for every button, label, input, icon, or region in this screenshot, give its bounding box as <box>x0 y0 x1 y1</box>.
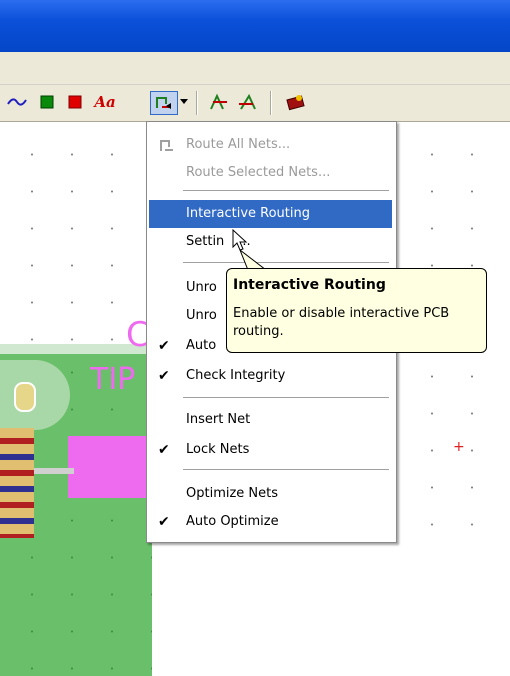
menu-item-insert-net[interactable]: Insert Net <box>149 406 392 434</box>
menu-item-label: Route All Nets... <box>186 137 291 152</box>
tooltip-title: Interactive Routing <box>233 277 386 293</box>
menu-item-label: Insert Net <box>186 412 251 427</box>
menu-item-label: Check Integrity <box>186 368 286 383</box>
flip-a-icon[interactable] <box>206 91 230 113</box>
tooltip: Interactive Routing Enable or disable in… <box>226 268 487 353</box>
menu-item-lock-nets[interactable]: ✔ Lock Nets <box>149 436 392 464</box>
menu-item-label: Lock Nets <box>186 442 250 457</box>
dropdown-arrow-icon[interactable] <box>178 91 190 113</box>
menu-separator <box>183 262 389 264</box>
cursor-crosshair-icon: + <box>453 439 465 455</box>
window-titlebar <box>0 0 510 52</box>
resistor-icon <box>0 428 34 538</box>
menu-item-label: Auto Optimize <box>186 514 279 529</box>
menu-bar <box>0 52 510 85</box>
toolbar: Aa <box>0 85 510 122</box>
text-icon[interactable]: Aa <box>92 91 118 113</box>
green-square-icon[interactable] <box>36 91 58 113</box>
menu-item-label: Interactive Routing <box>186 206 311 221</box>
check-icon: ✔ <box>158 514 170 530</box>
toolbar-separator <box>270 91 272 115</box>
menu-separator <box>183 397 389 399</box>
menu-item-label: Unro <box>186 308 217 323</box>
menu-separator <box>183 190 389 192</box>
check-icon: ✔ <box>158 368 170 384</box>
component-pad <box>68 436 148 498</box>
trace <box>34 468 74 474</box>
menu-item-route-all-nets[interactable]: Route All Nets... <box>149 131 392 159</box>
menu-item-label: Optimize Nets <box>186 486 279 501</box>
flip-b-icon[interactable] <box>236 91 260 113</box>
wire-icon[interactable] <box>6 91 28 113</box>
menu-item-interactive-routing[interactable]: Interactive Routing <box>149 200 392 228</box>
menu-item-optimize-nets[interactable]: Optimize Nets <box>149 480 392 508</box>
menu-item-check-integrity[interactable]: ✔ Check Integrity <box>149 362 392 390</box>
auto-route-icon[interactable] <box>150 91 178 115</box>
red-square-icon[interactable] <box>64 91 86 113</box>
mouse-cursor-icon <box>232 229 248 251</box>
board-label-2: TIP <box>90 362 136 397</box>
check-icon: ✔ <box>158 442 170 458</box>
menu-item-label: Route Selected Nets... <box>186 165 331 180</box>
menu-item-route-selected-nets[interactable]: Route Selected Nets... <box>149 159 392 187</box>
tooltip-body: Enable or disable interactive PCB routin… <box>233 306 450 339</box>
menu-item-auto-optimize[interactable]: ✔ Auto Optimize <box>149 508 392 536</box>
component-icon[interactable] <box>284 91 308 113</box>
menu-item-label: Unro <box>186 280 217 295</box>
menu-item-label: Auto <box>186 338 217 353</box>
toolbar-separator <box>196 91 198 115</box>
pad-icon <box>14 382 36 412</box>
menu-separator <box>183 469 389 471</box>
check-icon: ✔ <box>158 338 170 354</box>
